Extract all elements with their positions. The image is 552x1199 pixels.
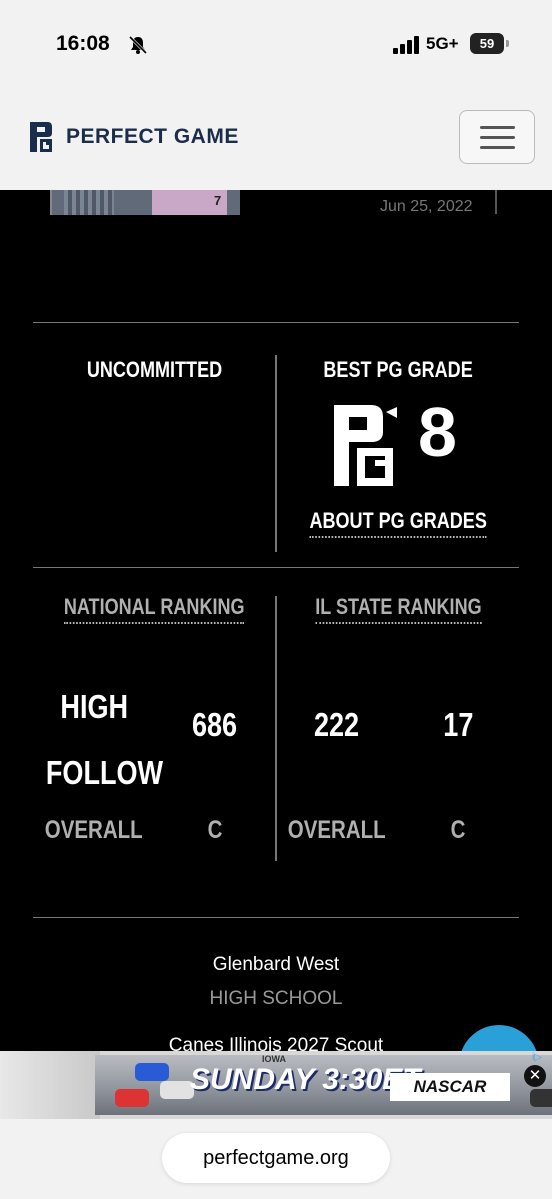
perfect-game-logo[interactable]: PERFECT GAME [28, 120, 239, 154]
state-position-value: 17 [442, 706, 474, 743]
cellular-signal-icon [393, 36, 419, 54]
national-overall-label: OVERALL [45, 816, 143, 844]
state-position-label: C [450, 816, 466, 844]
divider [33, 567, 519, 568]
player-photo: 7 [50, 190, 240, 215]
url-bar[interactable]: perfectgame.org [162, 1133, 390, 1183]
ad-info-icon[interactable]: i▷ [532, 1052, 542, 1063]
photo-crowd [64, 190, 114, 215]
hamburger-menu-button[interactable] [459, 110, 535, 164]
brand-name: PERFECT GAME [66, 125, 239, 148]
race-car-icon [530, 1089, 552, 1107]
status-time: 16:08 [56, 32, 110, 55]
best-grade-value: 8 [418, 393, 457, 471]
grade-label: BEST PG GRADE [323, 357, 473, 382]
national-position-label: C [207, 816, 223, 844]
jersey-number: 7 [214, 193, 222, 208]
divider [33, 917, 519, 918]
national-position-value: 686 [192, 706, 238, 743]
state-ranking-link[interactable]: IL STATE RANKING [277, 594, 519, 624]
pg-logo-icon [30, 122, 52, 152]
status-bar: 16:08 5G+ 59 [0, 0, 552, 95]
menu-bar-icon [480, 136, 515, 139]
site-header: PERFECT GAME [0, 95, 552, 190]
ad-headline: SUNDAY 3:30ET [190, 1063, 421, 1096]
divider [33, 322, 519, 323]
menu-bar-icon [480, 126, 515, 129]
card-date: Jun 25, 2022 [380, 198, 473, 215]
ad-banner[interactable]: IOWA SUNDAY 3:30ET NASCAR i▷ ✕ [0, 1051, 552, 1119]
state-overall-label: OVERALL [288, 816, 386, 844]
state-overall-value: 222 [314, 706, 360, 743]
race-car-icon [135, 1063, 169, 1081]
school-type: HIGH SCHOOL [209, 988, 343, 1009]
battery-tip [506, 40, 509, 47]
commitment-status: UNCOMMITTED [86, 357, 222, 382]
national-overall-value: HIGH FOLLOW [45, 688, 164, 791]
ad-brand-logo: NASCAR [390, 1073, 510, 1101]
menu-bar-icon [480, 146, 515, 149]
about-pg-grades-link[interactable]: ABOUT PG GRADES [277, 508, 519, 538]
national-ranking-link[interactable]: NATIONAL RANKING [33, 594, 275, 624]
race-car-icon [115, 1089, 149, 1107]
browser-toolbar: perfectgame.org [0, 1119, 552, 1199]
card-border [495, 190, 497, 214]
network-type: 5G+ [426, 34, 459, 53]
school-name[interactable]: Glenbard West [0, 954, 552, 976]
ad-left-image [0, 1051, 100, 1119]
ad-close-icon[interactable]: ✕ [524, 1065, 546, 1087]
race-car-icon [160, 1081, 194, 1099]
pg-grade-icon [334, 405, 397, 486]
bell-muted-icon [128, 35, 148, 55]
battery-icon: 59 [470, 33, 504, 54]
